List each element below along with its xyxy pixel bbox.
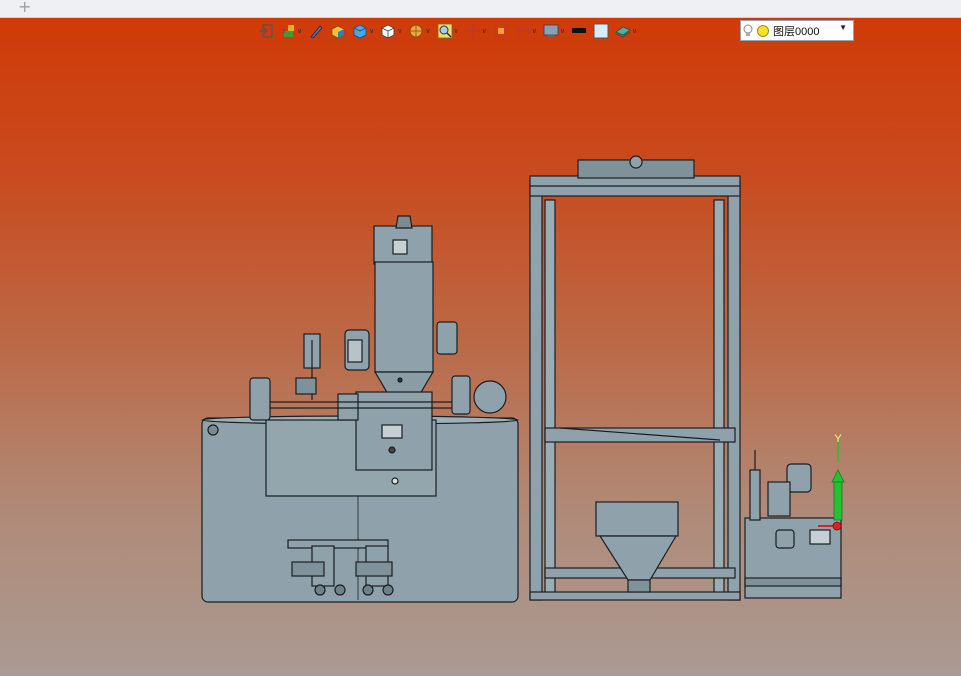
pump-left [249, 377, 271, 421]
motor-right [436, 321, 458, 355]
pump-right [451, 375, 471, 415]
frame-base [529, 591, 741, 601]
cad-model: Y [201, 155, 845, 603]
pressure-gauge [473, 380, 507, 414]
frame-mid-platform [544, 427, 736, 443]
dosing-pump-unit [744, 450, 842, 599]
dosing-tank-assembly [201, 215, 519, 603]
hopper-box [595, 501, 679, 537]
junction-box [337, 393, 359, 421]
frame-post-left [529, 179, 543, 601]
unit-pump [767, 481, 791, 517]
axis-triad: Y [818, 433, 845, 531]
frame-post-right [727, 179, 741, 601]
feeder-column [374, 261, 434, 373]
axis-y-label: Y [834, 433, 842, 445]
lifting-frame [529, 155, 741, 601]
